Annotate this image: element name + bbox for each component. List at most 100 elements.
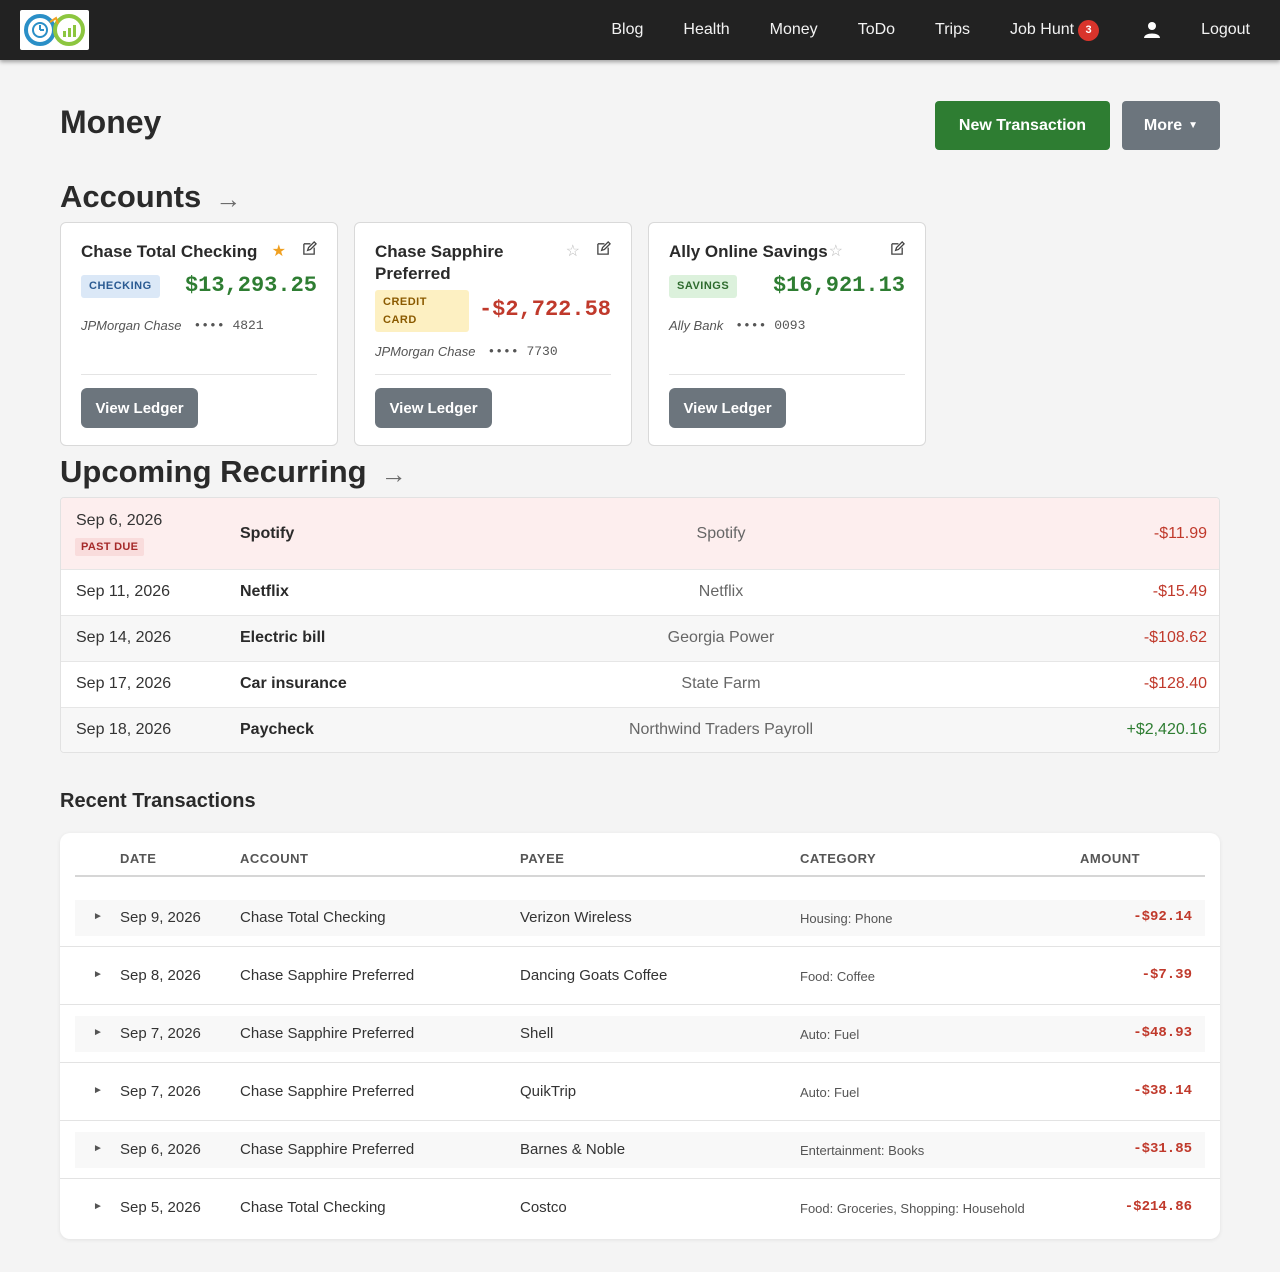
nav-link-blog[interactable]: Blog	[611, 21, 643, 39]
recurring-row[interactable]: Sep 14, 2026 Electric bill Georgia Power…	[61, 616, 1219, 662]
star-empty-icon[interactable]: ☆	[566, 241, 580, 261]
card-actions: ☆	[829, 241, 905, 261]
tx-date: Sep 7, 2026	[120, 1025, 201, 1042]
tx-amount: -$92.14	[1133, 909, 1192, 925]
nav-link-logout[interactable]: Logout	[1201, 21, 1250, 39]
nav-link-money[interactable]: Money	[770, 21, 818, 39]
table-row[interactable]: ► Sep 8, 2026 Chase Sapphire Preferred D…	[60, 947, 1220, 1005]
recurring-arrow-icon[interactable]: →	[381, 459, 407, 490]
tx-category: Auto: Fuel	[800, 1027, 860, 1042]
card-actions: ★	[272, 241, 317, 261]
tx-amount: -$38.14	[1133, 1083, 1192, 1099]
column-header-category[interactable]: CATEGORY	[800, 851, 876, 866]
tx-category: Food: Coffee	[800, 969, 875, 984]
table-row[interactable]: ► Sep 7, 2026 Chase Sapphire Preferred Q…	[60, 1063, 1220, 1121]
table-row[interactable]: ► Sep 6, 2026 Chase Sapphire Preferred B…	[60, 1121, 1220, 1179]
recurring-date: Sep 14, 2026	[76, 629, 172, 646]
recurring-title: Upcoming Recurring	[60, 453, 367, 489]
job-hunt-count-badge: 3	[1078, 19, 1100, 41]
recurring-date: Sep 18, 2026	[76, 721, 172, 738]
expand-row-icon[interactable]: ►	[93, 1085, 103, 1096]
account-name: Ally Online Savings	[669, 242, 828, 261]
edit-icon[interactable]	[302, 241, 317, 261]
expand-row-icon[interactable]: ►	[93, 1201, 103, 1212]
expand-row-icon[interactable]: ►	[93, 911, 103, 922]
table-row[interactable]: ► Sep 5, 2026 Chase Total Checking Costc…	[60, 1179, 1220, 1237]
account-mask: •••• 7730	[487, 344, 558, 359]
account-institution-row: JPMorgan Chase •••• 4821	[81, 318, 264, 333]
nav-link-job-hunt[interactable]: Job Hunt 3	[1010, 19, 1100, 41]
nav-link-todo[interactable]: ToDo	[858, 21, 895, 39]
star-filled-icon[interactable]: ★	[272, 241, 286, 261]
user-menu-button[interactable]	[1143, 21, 1161, 39]
tx-account: Chase Sapphire Preferred	[240, 1025, 415, 1042]
recurring-row[interactable]: Sep 17, 2026 Car insurance State Farm -$…	[61, 662, 1219, 708]
accounts-section-title: Accounts →	[60, 178, 241, 215]
caret-down-icon: ▼	[1188, 120, 1199, 131]
recurring-row[interactable]: Sep 6, 2026 PAST DUE Spotify Spotify -$1…	[61, 498, 1219, 570]
tx-date: Sep 9, 2026	[120, 909, 201, 926]
accounts-title: Accounts	[60, 178, 202, 214]
account-balance: $16,921.13	[772, 273, 905, 298]
recurring-amount: -$108.62	[1143, 629, 1207, 646]
view-ledger-button[interactable]: View Ledger	[375, 388, 492, 428]
recent-transactions-title: Recent Transactions	[60, 790, 256, 812]
institution-name: JPMorgan Chase	[81, 318, 182, 333]
institution-name: JPMorgan Chase	[375, 344, 476, 359]
column-header-payee[interactable]: PAYEE	[520, 851, 564, 866]
tx-date: Sep 7, 2026	[120, 1083, 201, 1100]
recurring-amount: +$2,420.16	[1126, 721, 1207, 738]
edit-icon[interactable]	[890, 241, 905, 261]
recurring-amount: -$128.40	[1143, 675, 1207, 692]
account-mask: •••• 0093	[735, 318, 806, 333]
nav-link-health[interactable]: Health	[683, 21, 729, 39]
recurring-amount: -$11.99	[1153, 525, 1207, 542]
card-actions: ☆	[566, 241, 611, 261]
accounts-arrow-icon[interactable]: →	[215, 184, 241, 215]
more-button[interactable]: More ▼	[1122, 101, 1220, 150]
account-type-badge: SAVINGS	[669, 275, 738, 298]
tx-payee: Verizon Wireless	[520, 909, 632, 926]
recurring-name: Paycheck	[240, 721, 314, 738]
account-card: Chase Total Checking ★ CHECKING $13,293.…	[60, 222, 338, 446]
column-header-account[interactable]: ACCOUNT	[240, 851, 309, 866]
star-empty-icon[interactable]: ☆	[829, 241, 843, 261]
account-name: Chase Total Checking	[81, 242, 258, 261]
recurring-payee: Netflix	[698, 583, 744, 600]
table-row[interactable]: ► Sep 9, 2026 Chase Total Checking Veriz…	[60, 889, 1220, 947]
page-title: Money	[60, 104, 162, 140]
tx-date: Sep 8, 2026	[120, 967, 201, 984]
tx-account: Chase Total Checking	[240, 1199, 386, 1216]
nav-link-trips[interactable]: Trips	[935, 21, 970, 39]
card-divider	[81, 374, 317, 375]
view-ledger-button[interactable]: View Ledger	[81, 388, 198, 428]
tx-date: Sep 5, 2026	[120, 1199, 201, 1216]
card-divider	[669, 374, 905, 375]
account-name: Chase Sapphire Preferred	[375, 242, 504, 283]
app-logo[interactable]	[20, 10, 89, 50]
expand-row-icon[interactable]: ►	[93, 1143, 103, 1154]
tx-payee: QuikTrip	[520, 1083, 577, 1100]
account-balance: $13,293.25	[184, 273, 317, 298]
recurring-name: Car insurance	[240, 675, 347, 692]
column-header-date[interactable]: DATE	[120, 851, 156, 866]
account-card: Chase Sapphire Preferred ☆ CREDIT CARD -…	[354, 222, 632, 446]
account-card: Ally Online Savings ☆ SAVINGS $16,921.13…	[648, 222, 926, 446]
account-balance: -$2,722.58	[478, 297, 611, 322]
recurring-date: Sep 11, 2026	[76, 583, 171, 600]
more-button-label: More	[1143, 116, 1183, 134]
expand-row-icon[interactable]: ►	[93, 969, 103, 980]
table-row[interactable]: ► Sep 7, 2026 Chase Sapphire Preferred S…	[60, 1005, 1220, 1063]
tx-account: Chase Sapphire Preferred	[240, 1083, 415, 1100]
column-header-amount[interactable]: AMOUNT	[1080, 851, 1140, 866]
tx-account: Chase Sapphire Preferred	[240, 1141, 415, 1158]
nav-link-job-hunt-label: Job Hunt	[1010, 21, 1075, 38]
recurring-name: Netflix	[240, 583, 289, 600]
tx-amount: -$214.86	[1124, 1199, 1192, 1215]
recurring-row[interactable]: Sep 18, 2026 Paycheck Northwind Traders …	[61, 708, 1219, 752]
view-ledger-button[interactable]: View Ledger	[669, 388, 786, 428]
expand-row-icon[interactable]: ►	[93, 1027, 103, 1038]
recurring-row[interactable]: Sep 11, 2026 Netflix Netflix -$15.49	[61, 570, 1219, 616]
edit-icon[interactable]	[596, 241, 611, 261]
new-transaction-button[interactable]: New Transaction	[935, 101, 1110, 150]
